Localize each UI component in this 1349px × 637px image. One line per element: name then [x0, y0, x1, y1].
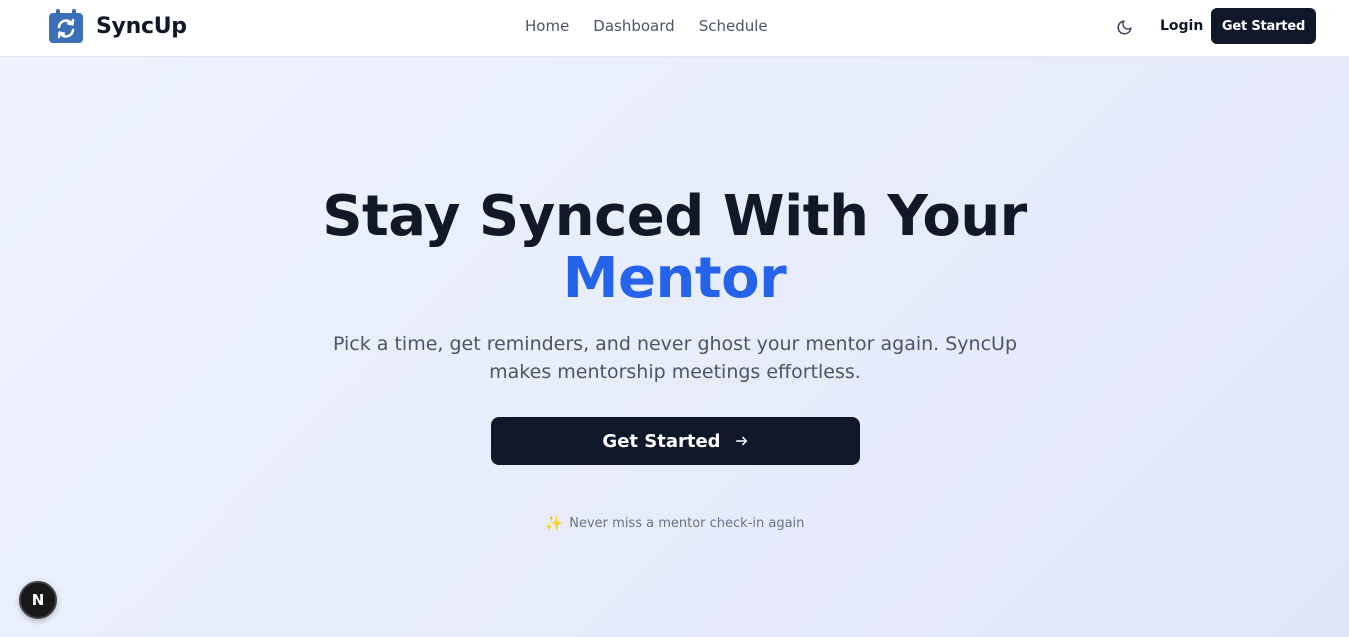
nav-link-schedule[interactable]: Schedule	[699, 16, 768, 36]
dev-tools-badge[interactable]: N	[19, 581, 57, 619]
nav-link-home[interactable]: Home	[525, 16, 569, 36]
calendar-sync-icon	[49, 9, 83, 43]
theme-toggle-button[interactable]	[1112, 15, 1136, 39]
main-nav: Home Dashboard Schedule	[525, 16, 768, 36]
login-link[interactable]: Login	[1160, 17, 1203, 35]
navbar: SyncUp Home Dashboard Schedule Login Get…	[0, 0, 1349, 57]
hero-title: Stay Synced With Your Mentor	[0, 186, 1349, 310]
moon-icon	[1117, 19, 1132, 34]
hero-subtitle: Pick a time, get reminders, and never gh…	[332, 333, 1018, 383]
hero-get-started-button[interactable]: Get Started	[491, 417, 860, 465]
nav-link-dashboard[interactable]: Dashboard	[593, 16, 674, 36]
tagline-text: Never miss a mentor check-in again	[569, 515, 805, 531]
tagline: ✨ Never miss a mentor check-in again	[0, 514, 1349, 532]
brand-name: SyncUp	[96, 13, 187, 39]
hero-cta-label: Get Started	[602, 430, 721, 452]
arrow-right-icon	[735, 436, 747, 446]
hero-title-line: Stay Synced With Your	[322, 184, 1027, 249]
hero-title-accent: Mentor	[562, 246, 787, 311]
nav-get-started-button[interactable]: Get Started	[1211, 8, 1316, 44]
brand[interactable]: SyncUp	[49, 9, 187, 43]
sparkles-icon: ✨	[544, 514, 564, 532]
